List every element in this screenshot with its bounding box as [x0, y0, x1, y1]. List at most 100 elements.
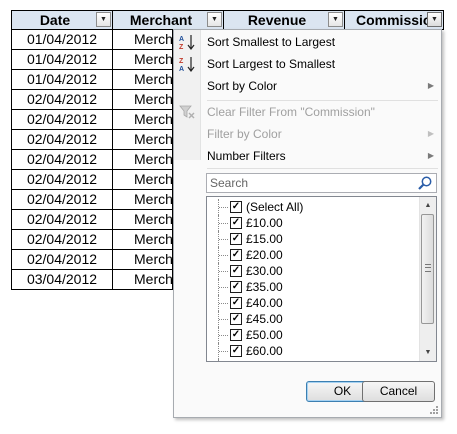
filter-item-label: £80.00 [246, 359, 283, 361]
filter-item-label: £10.00 [246, 216, 283, 230]
search-box[interactable] [206, 173, 437, 193]
filter-checkbox[interactable]: ✓ [230, 361, 242, 362]
filter-checkbox[interactable]: ✓ [230, 233, 242, 245]
menu-number-filters[interactable]: Number Filters ▶ [174, 145, 441, 167]
menu-clear-filter: Clear Filter From "Commission" [174, 101, 441, 123]
cell-date[interactable]: 02/04/2012 [11, 170, 113, 190]
submenu-arrow-icon: ▶ [427, 151, 434, 160]
menu-sort-ascending[interactable]: A Z Sort Smallest to Largest [174, 31, 441, 53]
filter-item-label: £20.00 [246, 248, 283, 262]
cell-date[interactable]: 01/04/2012 [11, 50, 113, 70]
header-merchant: Merchant ▼ [112, 10, 224, 30]
menu-number-filters-label: Number Filters [207, 149, 286, 163]
filter-item-label: (Select All) [246, 200, 304, 214]
filter-checkbox[interactable]: ✓ [230, 281, 242, 293]
cell-merchant[interactable]: Merch [113, 190, 173, 210]
filter-item-label: £15.00 [246, 232, 283, 246]
cell-date[interactable]: 02/04/2012 [11, 110, 113, 130]
header-revenue-label: Revenue [247, 12, 307, 28]
tree-connector [218, 263, 230, 279]
filter-item-label: £45.00 [246, 312, 283, 326]
cell-merchant[interactable]: Merch [113, 130, 173, 150]
cell-date[interactable]: 02/04/2012 [11, 130, 113, 150]
menu-sort-by-color-label: Sort by Color [207, 79, 278, 93]
sort-descending-icon: Z A [179, 57, 195, 73]
tree-connector [218, 215, 230, 231]
filter-value-list: ✓ (Select All) ✓ £10.00 ✓ £15.00 ✓ £20.00 ✓ £30.0… [206, 196, 437, 362]
cell-merchant[interactable]: Merch [113, 70, 173, 90]
cell-date[interactable]: 02/04/2012 [11, 230, 113, 250]
filter-checkbox[interactable]: ✓ [230, 217, 242, 229]
cell-date[interactable]: 03/04/2012 [11, 270, 113, 290]
cell-merchant[interactable]: Merch [113, 170, 173, 190]
cell-date[interactable]: 02/04/2012 [11, 190, 113, 210]
clear-filter-icon [179, 105, 195, 119]
cell-date[interactable]: 02/04/2012 [11, 210, 113, 230]
scroll-down-arrow-icon[interactable]: ▼ [420, 344, 436, 361]
cell-merchant[interactable]: Merch [113, 150, 173, 170]
cell-date[interactable]: 02/04/2012 [11, 250, 113, 270]
svg-text:Z: Z [179, 44, 184, 51]
filter-checkbox[interactable]: ✓ [230, 201, 242, 213]
menu-filter-by-color-label: Filter by Color [207, 127, 282, 141]
filter-checkbox[interactable]: ✓ [230, 265, 242, 277]
filter-item-label: £30.00 [246, 264, 283, 278]
filter-dropdown-commission[interactable]: ▼ [427, 12, 442, 27]
filter-checkbox[interactable]: ✓ [230, 345, 242, 357]
tree-connector [218, 279, 230, 295]
magnifier-icon [418, 176, 432, 190]
resize-grip-icon[interactable] [429, 405, 439, 415]
cell-date[interactable]: 02/04/2012 [11, 150, 113, 170]
list-scrollbar[interactable]: ▲ ▼ [419, 197, 436, 361]
header-date-label: Date [39, 12, 71, 28]
submenu-arrow-icon: ▶ [427, 81, 434, 90]
tree-connector [218, 343, 230, 359]
filter-dropdown-date[interactable]: ▼ [96, 12, 111, 27]
cell-merchant[interactable]: Merch [113, 110, 173, 130]
sort-ascending-icon: A Z [179, 35, 195, 51]
svg-text:A: A [179, 66, 184, 73]
cell-merchant[interactable]: Merch [113, 210, 173, 230]
cancel-button[interactable]: Cancel [362, 381, 435, 402]
cell-merchant[interactable]: Merch [113, 30, 173, 50]
header-merchant-label: Merchant [129, 12, 193, 28]
tree-connector [218, 311, 230, 327]
filter-checkbox[interactable]: ✓ [230, 329, 242, 341]
tree-connector [218, 231, 230, 247]
submenu-arrow-icon: ▶ [427, 129, 434, 138]
scroll-up-arrow-icon[interactable]: ▲ [420, 197, 436, 214]
filter-checkbox[interactable]: ✓ [230, 313, 242, 325]
tree-connector [218, 199, 230, 215]
tree-connector [218, 247, 230, 263]
cell-date[interactable]: 01/04/2012 [11, 70, 113, 90]
spreadsheet: Date ▼ Merchant ▼ Revenue ▼ Commission ▼… [0, 0, 457, 434]
cell-merchant[interactable]: Merch [113, 250, 173, 270]
cell-merchant[interactable]: Merch [113, 90, 173, 110]
autofilter-menu: A Z Sort Smallest to Largest Z A Sort La… [173, 29, 442, 418]
svg-text:Z: Z [179, 58, 184, 65]
filter-item-label: £40.00 [246, 296, 283, 310]
cell-merchant[interactable]: Merch [113, 230, 173, 250]
scroll-grip-icon [425, 264, 431, 272]
cell-merchant[interactable]: Merch [113, 50, 173, 70]
menu-sort-descending-label: Sort Largest to Smallest [207, 57, 336, 71]
menu-sort-by-color[interactable]: Sort by Color ▶ [174, 75, 441, 97]
svg-text:A: A [179, 36, 184, 43]
tree-connector [218, 295, 230, 311]
cell-date[interactable]: 01/04/2012 [11, 30, 113, 50]
menu-sort-descending[interactable]: Z A Sort Largest to Smallest [174, 53, 441, 75]
filter-dropdown-merchant[interactable]: ▼ [207, 12, 222, 27]
tree-connector [218, 359, 230, 361]
header-revenue: Revenue ▼ [223, 10, 345, 30]
header-commission: Commission ▼ [344, 10, 444, 30]
filter-dropdown-revenue[interactable]: ▼ [328, 12, 343, 27]
scroll-thumb[interactable] [421, 214, 434, 324]
filter-checkbox[interactable]: ✓ [230, 297, 242, 309]
cell-merchant[interactable]: Merch [113, 270, 173, 290]
cell-date[interactable]: 02/04/2012 [11, 90, 113, 110]
search-input[interactable] [207, 174, 410, 191]
menu-clear-filter-label: Clear Filter From "Commission" [207, 105, 375, 119]
menu-filter-by-color: Filter by Color ▶ [174, 123, 441, 145]
filter-item-label: £35.00 [246, 280, 283, 294]
filter-checkbox[interactable]: ✓ [230, 249, 242, 261]
